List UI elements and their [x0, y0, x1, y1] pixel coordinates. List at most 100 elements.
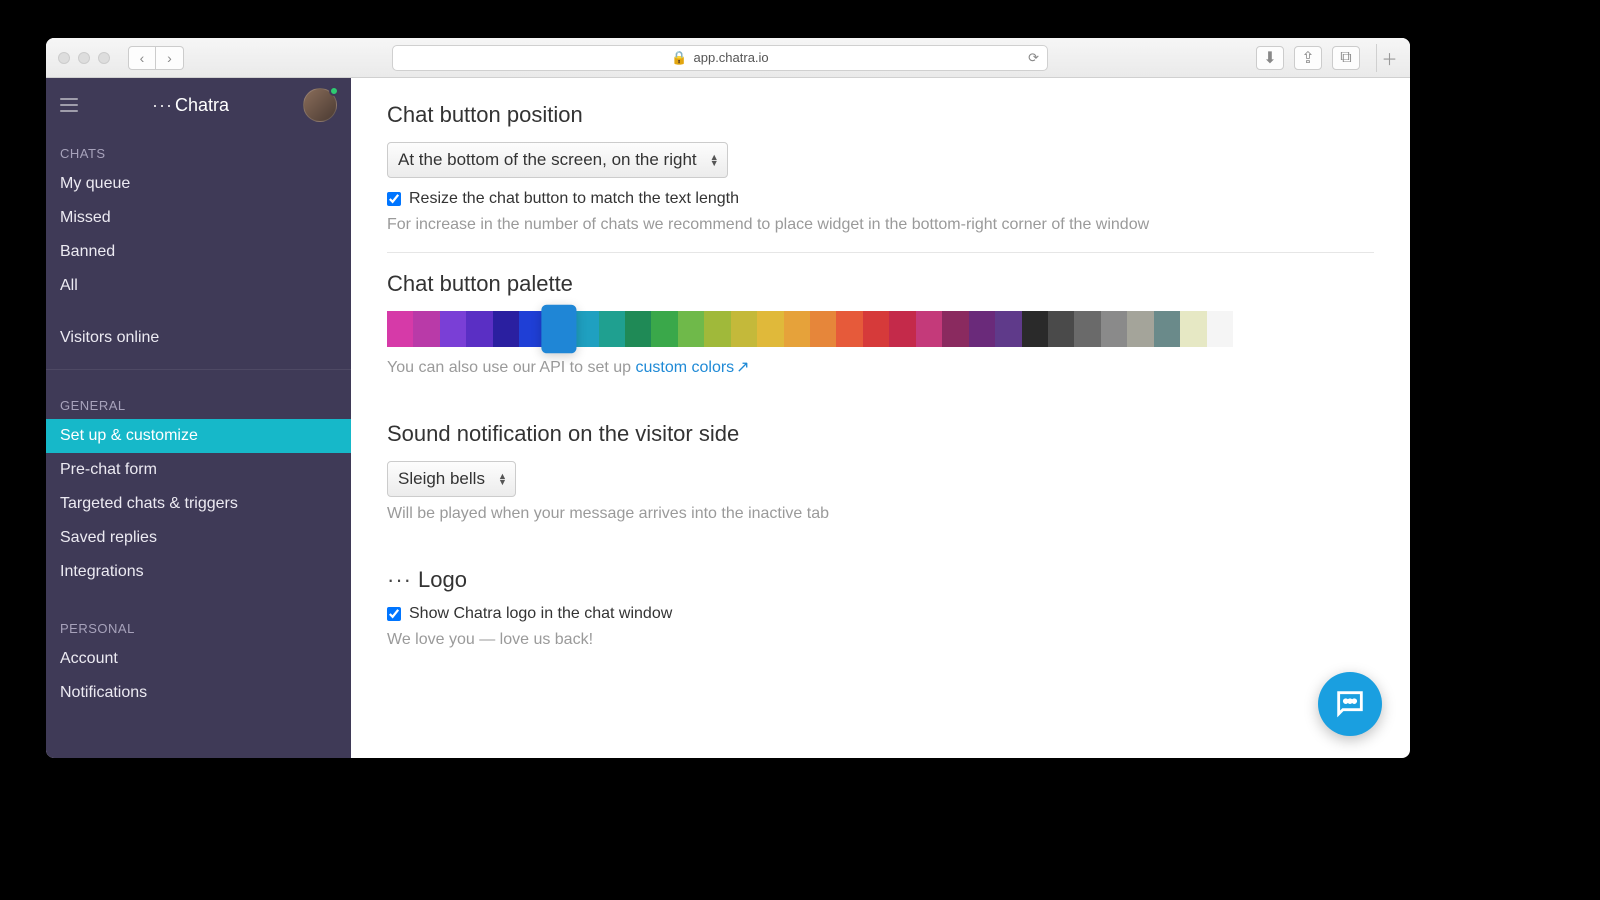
resize-checkbox[interactable]: [387, 192, 401, 206]
sidebar-item-visitors[interactable]: Visitors online: [46, 321, 351, 355]
browser-window: ‹ › 🔒 app.chatra.io ⟳ ⬇ ⇪ ⧉ ＋ ··· Chatra: [46, 38, 1410, 758]
menu-button[interactable]: [60, 98, 78, 112]
custom-colors-link-label: custom colors: [635, 359, 734, 376]
sidebar-item-banned[interactable]: Banned: [46, 235, 351, 269]
position-hint: For increase in the number of chats we r…: [387, 216, 1374, 234]
color-swatch[interactable]: [466, 311, 492, 347]
sound-select-value: Sleigh bells: [398, 469, 485, 489]
browser-toolbar: ‹ › 🔒 app.chatra.io ⟳ ⬇ ⇪ ⧉ ＋: [46, 38, 1410, 78]
color-swatch[interactable]: [1154, 311, 1180, 347]
sidebar-item-prechat[interactable]: Pre-chat form: [46, 453, 351, 487]
sidebar-item-account[interactable]: Account: [46, 642, 351, 676]
minimize-window-icon[interactable]: [78, 52, 90, 64]
position-select-value: At the bottom of the screen, on the righ…: [398, 150, 697, 170]
color-swatch[interactable]: [942, 311, 968, 347]
section-position: Chat button position At the bottom of th…: [387, 102, 1374, 253]
color-swatch[interactable]: [1127, 311, 1153, 347]
brand-dots-icon: ···: [152, 95, 173, 116]
color-swatch[interactable]: [1180, 311, 1206, 347]
downloads-button[interactable]: ⬇: [1256, 46, 1284, 70]
color-swatch[interactable]: [704, 311, 730, 347]
url-bar[interactable]: 🔒 app.chatra.io ⟳: [392, 45, 1048, 71]
lock-icon: 🔒: [671, 50, 687, 66]
color-swatch[interactable]: [440, 311, 466, 347]
color-swatch[interactable]: [651, 311, 677, 347]
color-swatch[interactable]: [541, 305, 577, 354]
section-personal-label: PERSONAL: [46, 607, 351, 642]
presence-indicator-icon: [329, 86, 339, 96]
brand-label: Chatra: [175, 95, 229, 116]
color-swatch[interactable]: [1022, 311, 1048, 347]
sound-select[interactable]: Sleigh bells ▲▼: [387, 461, 516, 497]
color-swatch[interactable]: [836, 311, 862, 347]
chat-bubble-icon: [1333, 687, 1367, 721]
close-window-icon[interactable]: [58, 52, 70, 64]
logo-heading-label: Logo: [418, 567, 467, 593]
sidebar-item-integrations[interactable]: Integrations: [46, 555, 351, 589]
color-swatch[interactable]: [625, 311, 651, 347]
color-swatch[interactable]: [1074, 311, 1100, 347]
color-swatch[interactable]: [1207, 311, 1233, 347]
color-swatch[interactable]: [889, 311, 915, 347]
section-palette: Chat button palette You can also use our…: [387, 271, 1374, 395]
resize-checkbox-label: Resize the chat button to match the text…: [409, 190, 739, 208]
color-swatch[interactable]: [1048, 311, 1074, 347]
forward-button[interactable]: ›: [156, 46, 184, 70]
avatar[interactable]: [303, 88, 337, 122]
sidebar-item-triggers[interactable]: Targeted chats & triggers: [46, 487, 351, 521]
palette-heading: Chat button palette: [387, 271, 1374, 297]
tabs-button[interactable]: ⧉: [1332, 46, 1360, 70]
color-swatch[interactable]: [599, 311, 625, 347]
chat-widget-button[interactable]: [1318, 672, 1382, 736]
chevron-left-icon: ‹: [140, 50, 145, 66]
color-swatch[interactable]: [916, 311, 942, 347]
sidebar: ··· Chatra CHATS My queue Missed Banned …: [46, 78, 351, 758]
sidebar-item-notifications[interactable]: Notifications: [46, 676, 351, 710]
color-swatch[interactable]: [731, 311, 757, 347]
color-swatch[interactable]: [863, 311, 889, 347]
tabs-icon: ⧉: [1340, 49, 1351, 67]
color-swatch[interactable]: [413, 311, 439, 347]
position-select[interactable]: At the bottom of the screen, on the righ…: [387, 142, 728, 178]
sidebar-item-missed[interactable]: Missed: [46, 201, 351, 235]
sidebar-item-my-queue[interactable]: My queue: [46, 167, 351, 201]
plus-icon: ＋: [1381, 46, 1397, 70]
sound-heading: Sound notification on the visitor side: [387, 421, 1374, 447]
color-swatch[interactable]: [969, 311, 995, 347]
reload-icon[interactable]: ⟳: [1028, 50, 1039, 66]
section-logo: ··· Logo Show Chatra logo in the chat wi…: [387, 567, 1374, 667]
url-host: app.chatra.io: [694, 50, 769, 65]
share-icon: ⇪: [1301, 48, 1314, 68]
palette-hint-prefix: You can also use our API to set up: [387, 359, 635, 376]
palette-hint: You can also use our API to set up custo…: [387, 357, 1374, 377]
brand-dots-icon: ···: [387, 567, 412, 593]
chevron-right-icon: ›: [167, 50, 172, 66]
color-swatch[interactable]: [493, 311, 519, 347]
select-arrows-icon: ▲▼: [498, 473, 507, 485]
window-controls: [58, 52, 110, 64]
color-swatch[interactable]: [678, 311, 704, 347]
custom-colors-link[interactable]: custom colors ↗: [635, 359, 749, 376]
section-general-label: GENERAL: [46, 384, 351, 419]
color-swatch[interactable]: [810, 311, 836, 347]
sidebar-item-setup[interactable]: Set up & customize: [46, 419, 351, 453]
resize-checkbox-row[interactable]: Resize the chat button to match the text…: [387, 190, 1374, 208]
show-logo-checkbox[interactable]: [387, 607, 401, 621]
color-swatch[interactable]: [1101, 311, 1127, 347]
logo-heading: ··· Logo: [387, 567, 1374, 593]
show-logo-checkbox-label: Show Chatra logo in the chat window: [409, 605, 672, 623]
new-tab-button[interactable]: ＋: [1376, 44, 1398, 72]
maximize-window-icon[interactable]: [98, 52, 110, 64]
color-swatch[interactable]: [784, 311, 810, 347]
logo-hint: We love you — love us back!: [387, 631, 1374, 649]
color-swatch[interactable]: [757, 311, 783, 347]
section-chats-label: CHATS: [46, 132, 351, 167]
share-button[interactable]: ⇪: [1294, 46, 1322, 70]
sidebar-item-saved-replies[interactable]: Saved replies: [46, 521, 351, 555]
sidebar-item-all[interactable]: All: [46, 269, 351, 303]
color-swatch[interactable]: [387, 311, 413, 347]
back-button[interactable]: ‹: [128, 46, 156, 70]
show-logo-checkbox-row[interactable]: Show Chatra logo in the chat window: [387, 605, 1374, 623]
color-swatch[interactable]: [995, 311, 1021, 347]
content: Chat button position At the bottom of th…: [351, 78, 1410, 758]
